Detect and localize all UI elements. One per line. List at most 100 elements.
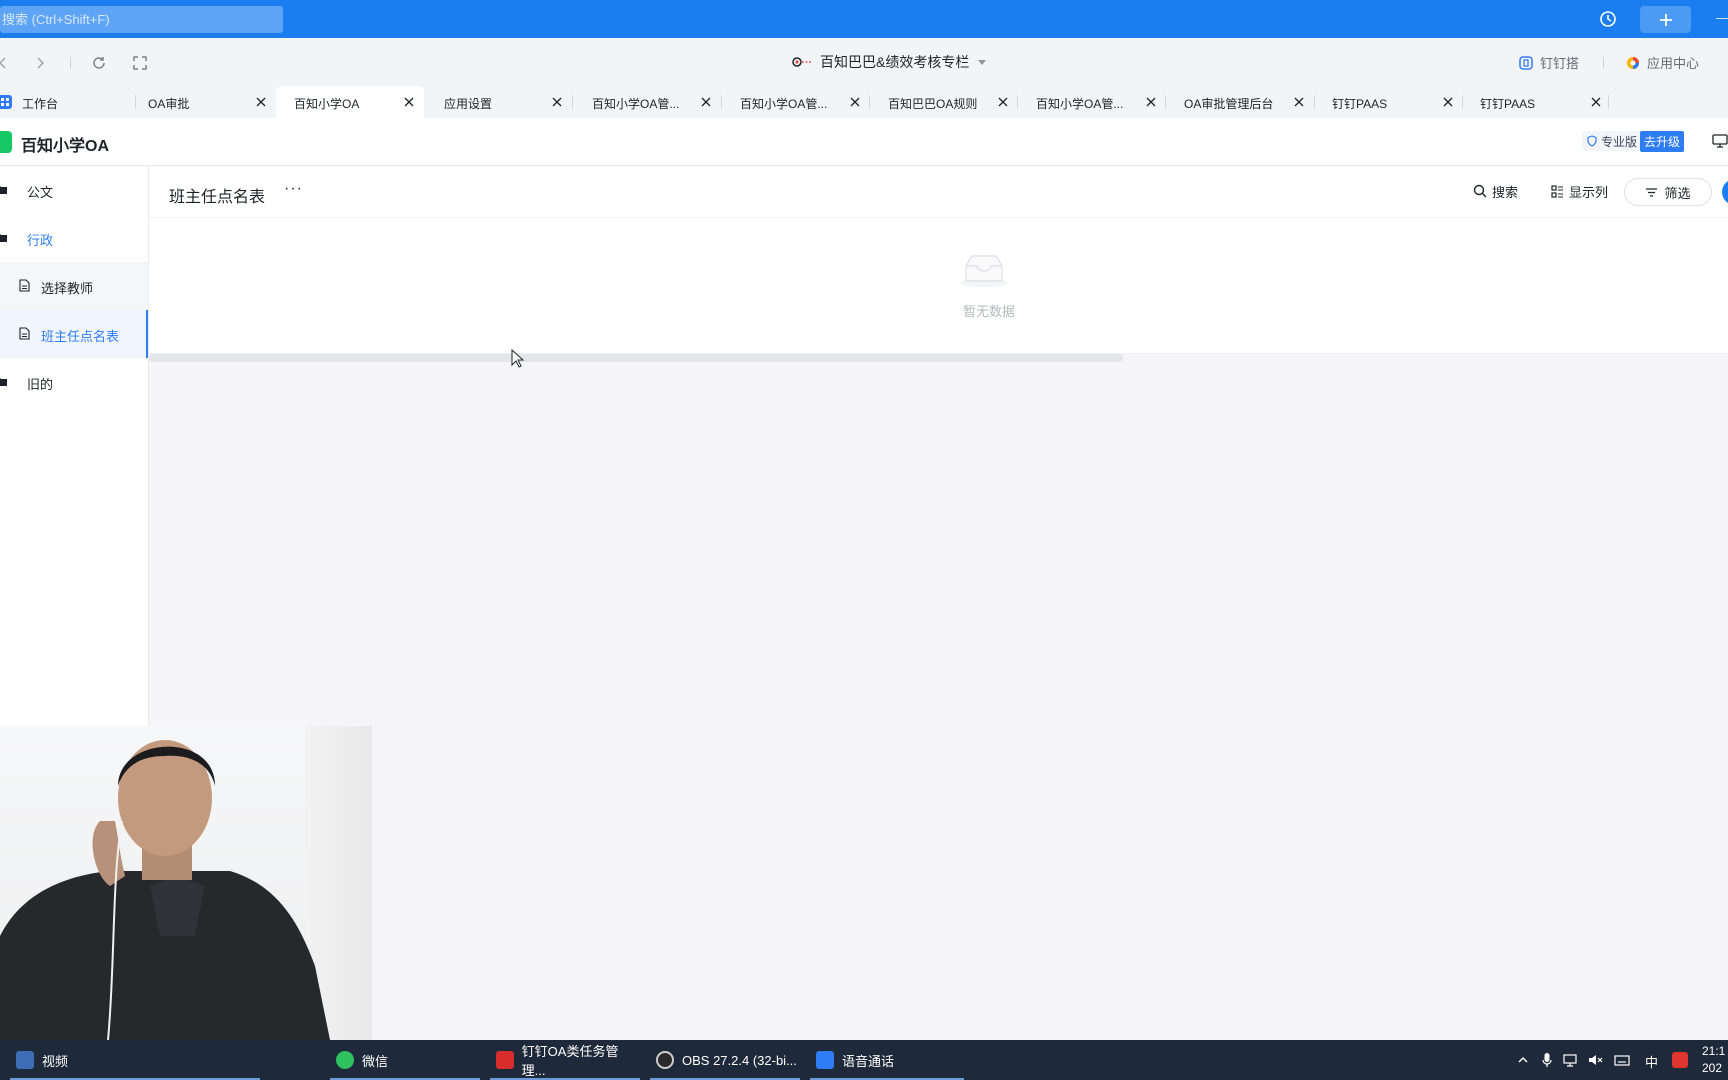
tab-baizhi-oa-rules[interactable]: 百知巴巴OA规则 [870, 86, 1018, 118]
dingda-link[interactable]: 钉钉搭 [1518, 53, 1579, 72]
folder-open-icon [0, 234, 7, 242]
tab-oa-approval[interactable]: OA审批 [136, 86, 276, 118]
webcam-overlay [0, 726, 372, 1040]
tab-baizhi-oa[interactable]: 百知小学OA [276, 86, 424, 118]
voice-call-icon [816, 1051, 834, 1069]
divider [70, 57, 71, 69]
presenter-silhouette [0, 740, 330, 1040]
search-button[interactable]: 搜索 [1473, 181, 1518, 201]
network-icon[interactable] [1562, 1052, 1578, 1068]
close-icon[interactable] [1441, 95, 1455, 109]
shield-icon [1587, 135, 1597, 147]
upgrade-button[interactable]: 去升级 [1640, 130, 1685, 152]
refresh-icon[interactable] [90, 54, 108, 72]
edition-badge[interactable]: 专业版 去升级 [1582, 130, 1685, 152]
tab-baizhi-oa-admin-3[interactable]: 百知小学OA管... [1018, 86, 1166, 118]
tab-label: 百知小学OA管... [740, 97, 828, 111]
close-icon[interactable] [1292, 95, 1306, 109]
tab-dingtalk-paas-2[interactable]: 钉钉PAAS [1463, 86, 1611, 118]
taskbar-item-label: 语音通话 [842, 1053, 895, 1069]
wechat-icon [336, 1051, 354, 1069]
obs-icon [656, 1051, 674, 1069]
empty-text: 暂无数据 [962, 304, 1015, 319]
ime-indicator[interactable]: 中 [1645, 1052, 1658, 1071]
form-icon [19, 279, 30, 292]
close-icon[interactable] [402, 95, 416, 109]
close-icon[interactable] [254, 95, 268, 109]
app-center-icon [1627, 56, 1639, 69]
columns-label: 显示列 [1569, 184, 1609, 200]
close-icon[interactable] [1589, 95, 1603, 109]
sidebar-item-documents[interactable]: 公文 [0, 166, 148, 214]
dingda-icon [1519, 55, 1533, 70]
sidebar-item-select-teacher[interactable]: 选择教师 [0, 262, 148, 310]
columns-button[interactable]: 显示列 [1551, 181, 1608, 201]
sidebar-item-roll-call-sheet[interactable]: 班主任点名表 [0, 310, 148, 358]
brand-logo-icon [792, 57, 811, 67]
columns-icon [1551, 184, 1563, 198]
tab-label: 百知小学OA [294, 97, 360, 111]
app-center-link[interactable]: 应用中心 [1625, 53, 1699, 72]
sidebar-item-label: 公文 [27, 185, 54, 200]
taskbar-item-video[interactable]: 视频 [10, 1040, 260, 1080]
app-center-label: 应用中心 [1647, 56, 1700, 71]
taskbar-item-wechat[interactable]: 微信 [330, 1040, 480, 1080]
title-bar: 搜索 (Ctrl+Shift+F) [0, 0, 1728, 38]
document-title[interactable]: 百知巴巴&绩效考核专栏 [790, 51, 987, 73]
keyboard-icon[interactable] [1614, 1052, 1630, 1068]
horizontal-scrollbar[interactable] [149, 354, 1123, 362]
divider [1608, 95, 1609, 109]
sidebar-item-label: 选择教师 [41, 281, 94, 296]
tab-baizhi-oa-admin-2[interactable]: 百知小学OA管... [722, 86, 870, 118]
form-icon [19, 327, 30, 340]
caret-down-icon [978, 60, 987, 65]
volume-muted-icon[interactable] [1587, 1052, 1603, 1068]
search-label: 搜索 [1492, 184, 1519, 200]
search-icon [1473, 184, 1487, 198]
filter-icon [1646, 187, 1658, 197]
fullscreen-icon[interactable] [131, 54, 149, 72]
tab-oa-approval-backend[interactable]: OA审批管理后台 [1166, 86, 1314, 118]
tab-baizhi-oa-admin-1[interactable]: 百知小学OA管... [573, 86, 721, 118]
sogou-ime-icon[interactable] [1672, 1052, 1688, 1068]
close-icon[interactable] [550, 95, 564, 109]
primary-action-button[interactable] [1722, 179, 1728, 205]
forward-icon[interactable] [31, 54, 49, 72]
sidebar-item-old[interactable]: 旧的 [0, 358, 148, 406]
taskbar-item-obs[interactable]: OBS 27.2.4 (32-bi... [650, 1040, 800, 1080]
folder-icon [0, 186, 7, 194]
tab-label: 百知小学OA管... [592, 97, 680, 111]
filter-button[interactable]: 筛选 [1624, 178, 1712, 206]
taskbar-item-wps[interactable]: 钉钉OA类任务管理... [490, 1040, 640, 1080]
close-icon[interactable] [996, 95, 1010, 109]
taskbar-item-label: 微信 [362, 1053, 389, 1069]
filter-label: 筛选 [1664, 185, 1691, 201]
back-icon[interactable] [0, 54, 12, 72]
microphone-icon[interactable] [1541, 1052, 1553, 1068]
close-icon[interactable] [848, 95, 862, 109]
tab-label: 百知小学OA管... [1036, 97, 1124, 111]
tab-dingtalk-paas-1[interactable]: 钉钉PAAS [1315, 86, 1463, 118]
history-icon[interactable] [1598, 9, 1618, 29]
tab-app-settings[interactable]: 应用设置 [424, 86, 572, 118]
close-icon[interactable] [1144, 95, 1158, 109]
mouse-cursor-icon [511, 349, 524, 368]
tab-workbench[interactable]: 工作台 [0, 86, 135, 118]
tab-label: 百知巴巴OA规则 [888, 97, 978, 111]
dingda-label: 钉钉搭 [1540, 56, 1580, 71]
minimize-button[interactable] [1716, 18, 1728, 19]
app-header: 百知小学OA 专业版 去升级 [0, 118, 1728, 166]
sidebar-item-administration[interactable]: 行政 [0, 214, 148, 262]
monitor-icon[interactable] [1712, 133, 1728, 149]
taskbar-item-voice-call[interactable]: 语音通话 [810, 1040, 964, 1080]
add-button[interactable] [1640, 6, 1691, 33]
taskbar-item-label: OBS 27.2.4 (32-bi... [682, 1052, 797, 1068]
system-clock[interactable]: 21:1 202 [1702, 1043, 1725, 1077]
tray-expand-icon[interactable] [1517, 1054, 1529, 1066]
global-search-input[interactable]: 搜索 (Ctrl+Shift+F) [0, 6, 283, 33]
taskbar-item-label: 钉钉OA类任务管理... [521, 1044, 619, 1078]
close-icon[interactable] [699, 95, 713, 109]
empty-inbox-icon [960, 255, 1008, 287]
more-button[interactable]: ··· [284, 180, 303, 198]
workbench-icon [0, 95, 12, 109]
